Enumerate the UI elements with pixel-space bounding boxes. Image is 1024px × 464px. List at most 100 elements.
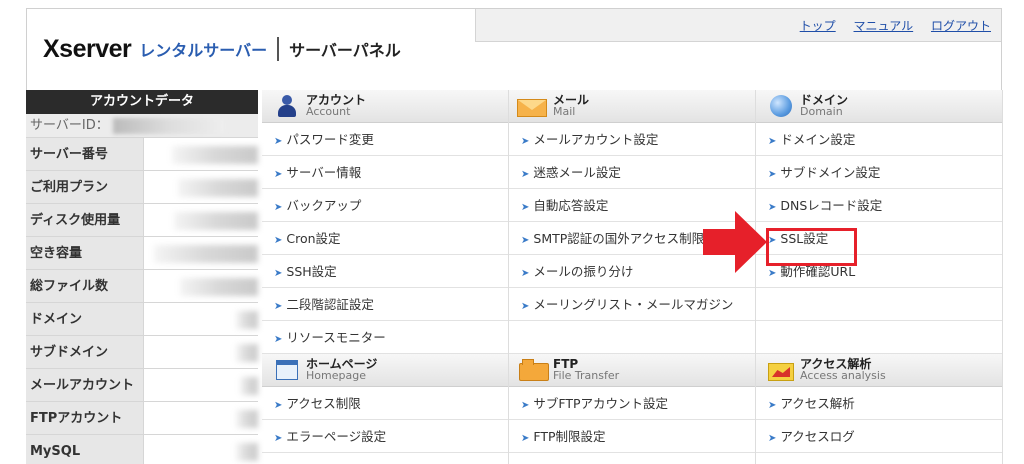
top-nav-bar: トップ マニュアル ログアウト (475, 9, 1001, 42)
section-header-domain: ドメイン Domain (756, 90, 1002, 123)
sidebar-row: サーバー番号 (26, 138, 258, 171)
column-domain-analysis: ドメイン Domain ➤ ドメイン設定 ➤ サブドメイン設定 ➤ DNSレコード設定 … (756, 90, 1003, 464)
red-arrow-annotation (703, 211, 767, 273)
server-id-row: サーバーID： (26, 114, 258, 138)
menu-item-sub-ftp[interactable]: ➤ サブFTPアカウント設定 (509, 387, 755, 420)
section-subtitle: File Transfer (553, 369, 620, 382)
arrow-icon: ➤ (521, 136, 530, 147)
sidebar-row: メールアカウント (26, 369, 258, 402)
sidebar-row-label: MySQL (26, 435, 144, 464)
menu-item-error-page[interactable]: ➤ エラーページ設定 (262, 420, 508, 453)
logo-brand: Xserver (43, 34, 132, 63)
header: トップ マニュアル ログアウト Xserver レンタルサーバー サーバーパネル (26, 8, 1002, 90)
sidebar-row: ディスク使用量 (26, 204, 258, 237)
menu-item-two-factor[interactable]: ➤ 二段階認証設定 (262, 288, 508, 321)
menu-item-server-info[interactable]: ➤ サーバー情報 (262, 156, 508, 189)
server-id-label: サーバーID： (30, 118, 109, 133)
arrow-icon: ➤ (274, 136, 283, 147)
section-header-ftp: FTP File Transfer (509, 354, 755, 387)
redacted-value (236, 344, 258, 362)
link-top[interactable]: トップ (800, 19, 836, 33)
menu-item-resource-monitor[interactable]: ➤ リソースモニター (262, 321, 508, 354)
account-data-sidebar: アカウントデータ サーバーID： サーバー番号 ご利用プラン ディスク使用量 空… (26, 90, 258, 464)
empty-cell (756, 288, 1002, 321)
redacted-value (174, 212, 258, 230)
arrow-icon: ➤ (521, 202, 530, 213)
section-header-homepage: ホームページ Homepage (262, 354, 508, 387)
redacted-value (236, 443, 258, 461)
menu-item-access-restriction[interactable]: ➤ アクセス制限 (262, 387, 508, 420)
arrow-icon: ➤ (521, 400, 530, 411)
arrow-icon: ➤ (274, 202, 283, 213)
link-manual[interactable]: マニュアル (854, 19, 914, 33)
menu-item-subdomain[interactable]: ➤ サブドメイン設定 (756, 156, 1002, 189)
arrow-icon: ➤ (768, 136, 777, 147)
sidebar-row-label: ご利用プラン (26, 171, 144, 203)
arrow-icon: ➤ (274, 400, 283, 411)
arrow-icon: ➤ (521, 433, 530, 444)
section-subtitle: Homepage (306, 369, 366, 382)
arrow-icon: ➤ (521, 268, 530, 279)
mail-icon (517, 95, 547, 117)
redacted-value (154, 245, 258, 263)
sidebar-row-label: 総ファイル数 (26, 270, 144, 302)
menu-item-spam[interactable]: ➤ 迷惑メール設定 (509, 156, 755, 189)
sidebar-row: FTPアカウント (26, 402, 258, 435)
empty-cell (509, 321, 755, 354)
column-mail-ftp: メール Mail ➤ メールアカウント設定 ➤ 迷惑メール設定 ➤ 自動応答設定 ➤ SM… (509, 90, 756, 464)
section-subtitle: Access analysis (800, 369, 886, 382)
menu-item-access-analysis[interactable]: ➤ アクセス解析 (756, 387, 1002, 420)
section-subtitle: Domain (800, 105, 843, 118)
menu-item-access-log[interactable]: ➤ アクセスログ (756, 420, 1002, 453)
redacted-value (240, 377, 258, 395)
sidebar-row: 総ファイル数 (26, 270, 258, 303)
menu-item-dns-record[interactable]: ➤ DNSレコード設定 (756, 189, 1002, 222)
sidebar-row-label: FTPアカウント (26, 402, 144, 434)
arrow-icon: ➤ (521, 169, 530, 180)
link-logout[interactable]: ログアウト (931, 19, 991, 33)
sidebar-row: サブドメイン (26, 336, 258, 369)
menu-item-password-change[interactable]: ➤ パスワード変更 (262, 123, 508, 156)
arrow-icon: ➤ (768, 268, 777, 279)
menu-item-cron[interactable]: ➤ Cron設定 (262, 222, 508, 255)
arrow-icon: ➤ (274, 301, 283, 312)
empty-cell (756, 321, 1002, 354)
menu-item-mail-account[interactable]: ➤ メールアカウント設定 (509, 123, 755, 156)
arrow-icon: ➤ (768, 400, 777, 411)
menu-item-backup[interactable]: ➤ バックアップ (262, 189, 508, 222)
sidebar-row-label: サーバー番号 (26, 138, 144, 170)
arrow-icon: ➤ (768, 433, 777, 444)
top-links: トップ マニュアル ログアウト (786, 17, 991, 34)
arrow-icon: ➤ (521, 235, 530, 246)
logo[interactable]: Xserver レンタルサーバー サーバーパネル (43, 35, 401, 63)
sidebar-row: 空き容量 (26, 237, 258, 270)
sidebar-row: ご利用プラン (26, 171, 258, 204)
server-id-redacted (112, 118, 225, 134)
arrow-icon: ➤ (768, 169, 777, 180)
homepage-icon (276, 359, 298, 381)
sidebar-row: ドメイン (26, 303, 258, 336)
sidebar-row-label: サブドメイン (26, 336, 144, 368)
chart-icon (768, 359, 794, 381)
logo-rental: レンタルサーバー (139, 41, 268, 60)
globe-icon (770, 95, 792, 117)
menu-item-mailing-list[interactable]: ➤ メーリングリスト・メールマガジン (509, 288, 755, 321)
arrow-icon: ➤ (274, 235, 283, 246)
sidebar-row-label: メールアカウント (26, 369, 144, 401)
menu-item-ssh[interactable]: ➤ SSH設定 (262, 255, 508, 288)
logo-panel: サーバーパネル (289, 41, 401, 60)
menu-item-ftp-restriction[interactable]: ➤ FTP制限設定 (509, 420, 755, 453)
section-subtitle: Account (306, 105, 351, 118)
redacted-value (236, 410, 258, 428)
section-header-analysis: アクセス解析 Access analysis (756, 354, 1002, 387)
column-account-homepage: アカウント Account ➤ パスワード変更 ➤ サーバー情報 ➤ バックアップ ➤ C… (262, 90, 509, 464)
menu-grid: アカウント Account ➤ パスワード変更 ➤ サーバー情報 ➤ バックアップ ➤ C… (262, 90, 1004, 464)
arrow-icon: ➤ (274, 433, 283, 444)
sidebar-title: アカウントデータ (26, 90, 258, 114)
arrow-icon: ➤ (274, 334, 283, 345)
arrow-icon: ➤ (274, 169, 283, 180)
redacted-value (236, 311, 258, 329)
sidebar-row-label: 空き容量 (26, 237, 144, 269)
menu-item-domain-settings[interactable]: ➤ ドメイン設定 (756, 123, 1002, 156)
redacted-value (180, 278, 258, 296)
